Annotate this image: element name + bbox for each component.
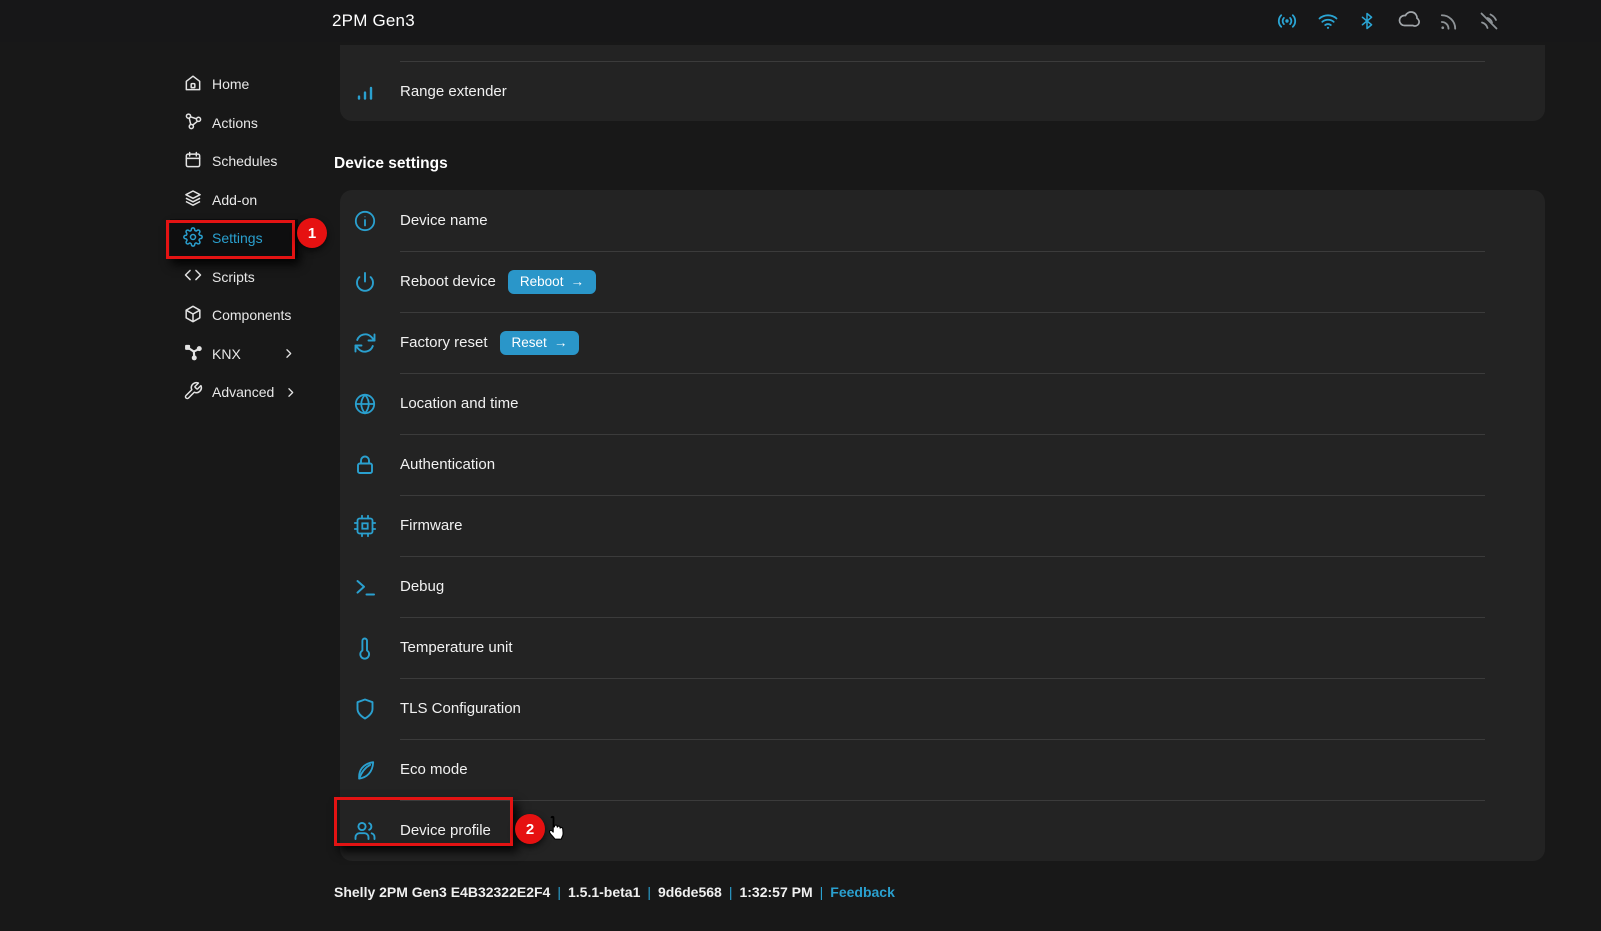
settings-row-authentication[interactable]: Authentication [340, 434, 1545, 495]
settings-row-temperature-unit[interactable]: Temperature unit [340, 617, 1545, 678]
annotation-step-2-badge: 2 [515, 814, 545, 844]
row-label: Range extender [400, 83, 507, 100]
footer-separator: | [647, 884, 651, 900]
footer-build-hash: 9d6de568 [658, 884, 722, 900]
footer-separator: | [557, 884, 561, 900]
row-label: Factory reset [400, 334, 488, 351]
reset-button[interactable]: Reset → [500, 331, 580, 355]
outbound-websocket-disabled-icon [1477, 9, 1501, 33]
settings-row-factory-reset[interactable]: Factory reset Reset → [340, 312, 1545, 373]
power-icon [352, 270, 378, 294]
wifi-icon [1316, 9, 1340, 33]
settings-row-eco-mode[interactable]: Eco mode [340, 739, 1545, 800]
section-title: Device settings [334, 155, 448, 173]
reboot-button[interactable]: Reboot → [508, 270, 596, 294]
sidebar-item-knx[interactable]: KNX [170, 335, 298, 374]
button-label: Reset [512, 335, 547, 350]
row-label: Debug [400, 578, 444, 595]
shelly-web-ui: 2PM Gen3 [0, 0, 1601, 931]
top-bar: 2PM Gen3 [0, 0, 1601, 42]
box-icon [183, 304, 203, 327]
sidebar-item-home[interactable]: Home [170, 65, 298, 104]
settings-row-tls-configuration[interactable]: TLS Configuration [340, 678, 1545, 739]
lock-icon [352, 453, 378, 477]
sidebar-item-schedules[interactable]: Schedules [170, 142, 298, 181]
sidebar-item-label: Advanced [212, 384, 274, 400]
sidebar-item-label: Add-on [212, 192, 257, 208]
settings-row-debug[interactable]: Debug [340, 556, 1545, 617]
thermometer-icon [352, 636, 378, 660]
sidebar-item-label: Home [212, 76, 249, 92]
knx-icon [183, 342, 203, 365]
arrow-right-icon: → [570, 274, 584, 289]
footer-device-id: Shelly 2PM Gen3 E4B32322E2F4 [334, 884, 550, 900]
settings-row-range-extender[interactable]: Range extender [340, 61, 1545, 121]
arrow-right-icon: → [554, 335, 568, 350]
access-point-icon [1275, 9, 1299, 33]
row-label: Authentication [400, 456, 495, 473]
chevron-right-icon [281, 346, 296, 361]
annotation-step-1-badge: 1 [297, 218, 327, 248]
row-label: Eco mode [400, 761, 468, 778]
sidebar-item-label: Scripts [212, 269, 255, 285]
info-icon [352, 209, 378, 233]
feedback-link[interactable]: Feedback [830, 884, 895, 900]
chevron-right-icon [283, 385, 298, 400]
annotation-box-settings [166, 220, 295, 259]
annotation-box-device-profile [334, 797, 513, 846]
settings-row-reboot-device[interactable]: Reboot device Reboot → [340, 251, 1545, 312]
sidebar-item-label: KNX [212, 346, 241, 362]
mqtt-icon [1437, 10, 1460, 33]
layers-icon [183, 188, 203, 211]
device-settings-card: Device name Reboot device Reboot → Fact [340, 190, 1545, 861]
chip-icon [352, 514, 378, 538]
sidebar-item-label: Actions [212, 115, 258, 131]
shield-icon [352, 697, 378, 721]
sidebar-item-components[interactable]: Components [170, 296, 298, 335]
row-label: Firmware [400, 517, 463, 534]
cloud-icon [1394, 9, 1420, 33]
button-label: Reboot [520, 274, 564, 289]
reset-icon [352, 331, 378, 355]
settings-row-device-name[interactable]: Device name [340, 190, 1545, 251]
row-label: Reboot device [400, 273, 496, 290]
sidebar-item-scripts[interactable]: Scripts [170, 258, 298, 297]
row-label: Location and time [400, 395, 518, 412]
row-label: TLS Configuration [400, 700, 521, 717]
row-label: Temperature unit [400, 639, 513, 656]
sidebar-item-addon[interactable]: Add-on [170, 181, 298, 220]
sidebar-item-label: Components [212, 307, 291, 323]
leaf-icon [352, 758, 378, 782]
row-label: Device name [400, 212, 488, 229]
sidebar-item-actions[interactable]: Actions [170, 104, 298, 143]
hand-cursor-icon [543, 815, 567, 850]
footer-device-time: 1:32:57 PM [739, 884, 812, 900]
bluetooth-icon [1357, 10, 1377, 32]
device-title: 2PM Gen3 [332, 0, 415, 42]
settings-row-location-time[interactable]: Location and time [340, 373, 1545, 434]
sidebar-item-advanced[interactable]: Advanced [170, 373, 298, 412]
footer-separator: | [820, 884, 824, 900]
wrench-icon [183, 381, 203, 404]
footer-firmware-version: 1.5.1-beta1 [568, 884, 640, 900]
status-icons [1275, 0, 1501, 42]
network-settings-card: Range extender [340, 45, 1545, 121]
code-icon [183, 265, 203, 288]
terminal-icon [352, 575, 378, 599]
calendar-icon [183, 150, 203, 173]
sidebar-item-label: Schedules [212, 153, 277, 169]
globe-icon [352, 392, 378, 416]
actions-icon [183, 111, 203, 134]
home-icon [183, 73, 203, 96]
footer-separator: | [729, 884, 733, 900]
settings-row-firmware[interactable]: Firmware [340, 495, 1545, 556]
footer: Shelly 2PM Gen3 E4B32322E2F4 | 1.5.1-bet… [334, 884, 895, 900]
signal-bars-icon [352, 79, 378, 103]
